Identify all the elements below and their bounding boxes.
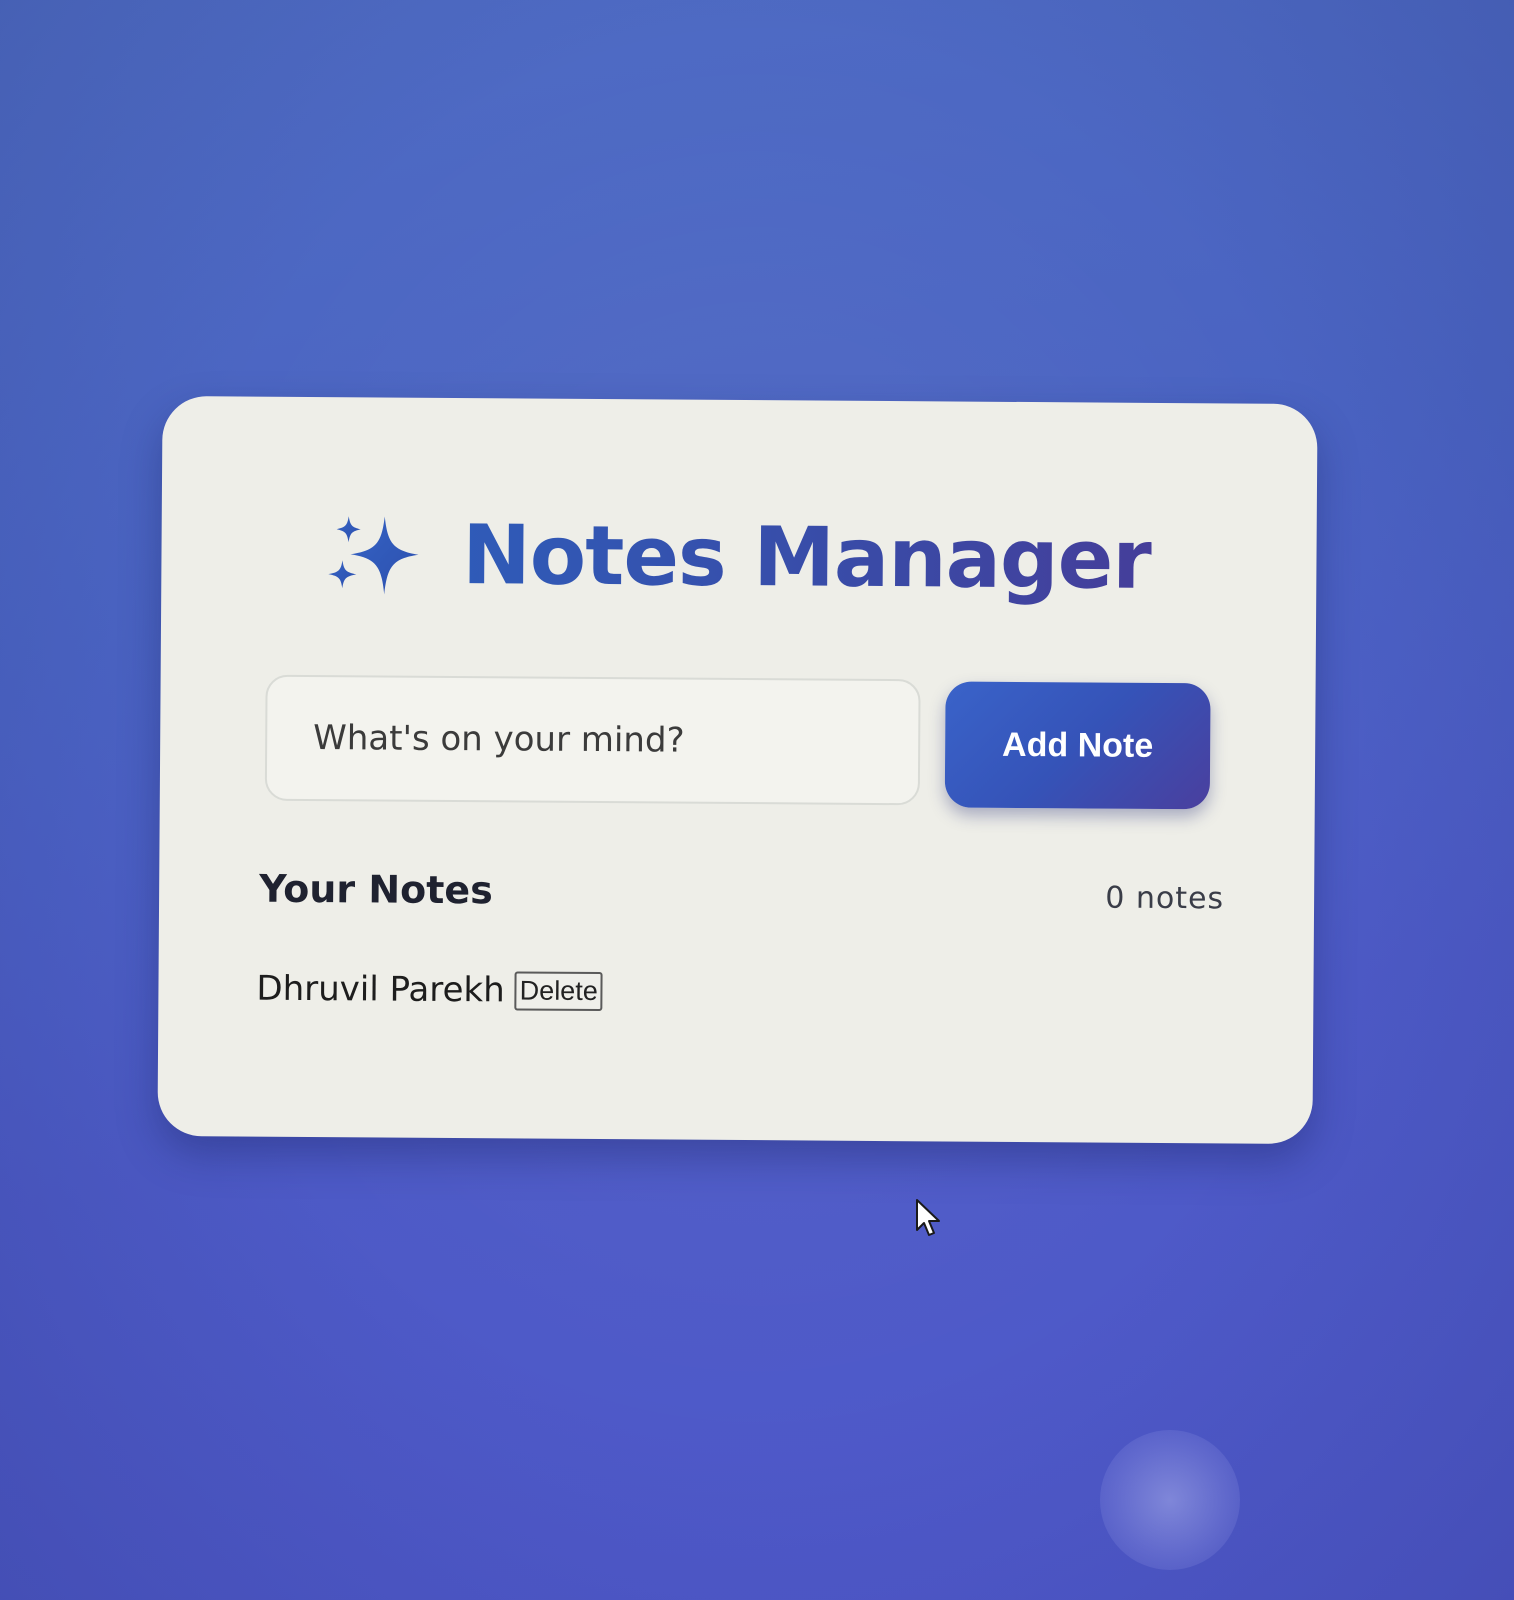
notes-card: Notes Manager Add Note Your Notes 0 note…	[157, 395, 1318, 1145]
notes-section-header: Your Notes 0 notes	[259, 867, 1224, 918]
note-composer: Add Note	[264, 674, 1211, 810]
add-note-button[interactable]: Add Note	[944, 681, 1211, 810]
screen-glare	[1100, 1430, 1240, 1570]
app-header: Notes Manager	[161, 506, 1317, 609]
app-title: Notes Manager	[461, 508, 1153, 608]
notes-list: Dhruvil Parekh Delete	[256, 969, 603, 1011]
delete-note-button[interactable]: Delete	[514, 970, 603, 1011]
note-input[interactable]	[264, 674, 921, 806]
notes-app-screen: { "app": { "title": "Notes Manager", "ti…	[0, 0, 1514, 1600]
mouse-pointer-icon	[915, 1198, 943, 1238]
sparkles-icon	[326, 512, 423, 599]
notes-heading: Your Notes	[259, 866, 493, 913]
note-text: Dhruvil Parekh	[256, 968, 505, 1011]
notes-count-label: 0 notes	[1105, 880, 1225, 917]
list-item: Dhruvil Parekh Delete	[256, 969, 603, 1011]
